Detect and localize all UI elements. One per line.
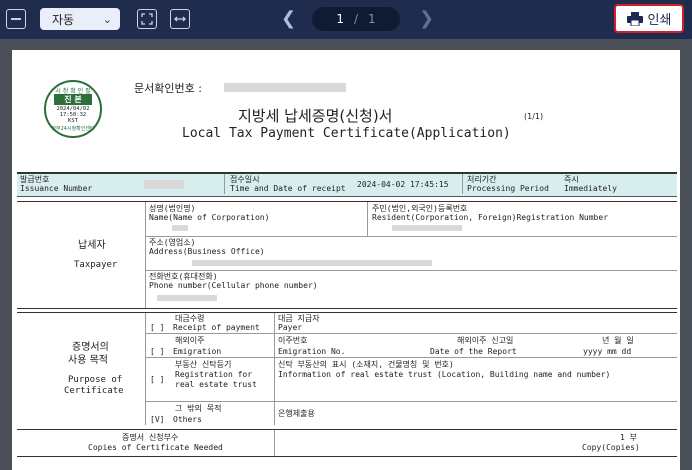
p3-r-ko: 신탁 부동산의 표시 (소재지, 건물명칭 및 번호) bbox=[278, 360, 454, 369]
fit-page-icon[interactable] bbox=[137, 9, 157, 29]
p2-ko: 해외이주 bbox=[175, 336, 205, 345]
page-mark: (1/1) bbox=[524, 112, 544, 121]
print-label: 인쇄 bbox=[647, 13, 672, 28]
zoom-select[interactable]: 자동 ⌄ bbox=[40, 8, 120, 30]
page-indicator[interactable]: 1 / 1 bbox=[312, 7, 400, 31]
p3-check[interactable]: [ ] bbox=[150, 375, 164, 384]
address-redacted bbox=[192, 260, 432, 266]
purpose-en2: Certificate bbox=[64, 386, 124, 396]
copies-val-en: Copy(Copies) bbox=[582, 443, 640, 452]
p3-en2: real estate trust bbox=[175, 380, 257, 389]
fit-width-icon[interactable] bbox=[170, 9, 190, 29]
p2-en: Emigration bbox=[173, 347, 222, 356]
print-button[interactable]: 인쇄 bbox=[614, 4, 684, 33]
copies-en: Copies of Certificate Needed bbox=[88, 443, 223, 452]
taxpayer-ko: 납세자 bbox=[78, 240, 106, 251]
receipt-en: Time and Date of receipt bbox=[230, 184, 346, 193]
purpose-ko2: 사용 목적 bbox=[68, 355, 108, 366]
p3-en1: Registration for bbox=[175, 370, 253, 379]
prev-page-icon[interactable]: ❮ bbox=[281, 8, 296, 29]
taxpayer-en: Taxpayer bbox=[74, 260, 118, 270]
p4-ko: 그 밖의 목적 bbox=[175, 404, 222, 413]
viewer-toolbar: 자동 ⌄ ❮ 1 / 1 ❯ 인쇄 bbox=[0, 0, 692, 39]
confirm-no-redacted bbox=[224, 83, 346, 92]
name-en: Name(Name of Corporation) bbox=[149, 213, 270, 222]
p2-r2-en: Date of the Report bbox=[430, 347, 517, 356]
receipt-value: 2024-04-02 17:45:15 bbox=[357, 180, 449, 189]
next-page-icon[interactable]: ❯ bbox=[419, 8, 434, 29]
document-page: 시 청 확 인 필 진 본 2024/04/02 17:50:32 KST 정부… bbox=[12, 50, 680, 470]
issue-no-redacted bbox=[144, 180, 184, 189]
stamp-code: KST bbox=[68, 118, 78, 124]
p2-r-ko: 이주번호 bbox=[278, 336, 308, 345]
purpose-en1: Purpose of bbox=[68, 375, 123, 385]
p2-r-en: Emigration No. bbox=[278, 347, 346, 356]
chevron-down-icon: ⌄ bbox=[102, 12, 112, 26]
title-en: Local Tax Payment Certificate(Applicatio… bbox=[182, 126, 511, 141]
p1-check[interactable]: [ ] bbox=[150, 323, 164, 332]
p2-r2-ko: 해외이주 신고일 bbox=[457, 336, 514, 345]
period-value-en: Immediately bbox=[564, 184, 617, 193]
confirm-no-label: 문서확인번호 : bbox=[134, 82, 202, 95]
period-en: Processing Period bbox=[467, 184, 549, 193]
stamp-bottom: 정부24시청확인센터 bbox=[51, 126, 95, 132]
verification-stamp: 시 청 확 인 필 진 본 2024/04/02 17:50:32 KST 정부… bbox=[44, 80, 102, 138]
p2-check[interactable]: [ ] bbox=[150, 347, 164, 356]
p4-r: 은행제출용 bbox=[278, 409, 315, 418]
title-ko: 지방세 납세증명(신청)서 bbox=[238, 107, 393, 125]
address-en: Address(Business Office) bbox=[149, 247, 265, 256]
p1-en: Receipt of payment bbox=[173, 323, 260, 332]
p2-date-en: yyyy mm dd bbox=[583, 347, 632, 356]
page-separator: / bbox=[353, 12, 359, 26]
p1-r-en: Payer bbox=[278, 323, 303, 332]
p3-r-en: Information of real estate trust (Locati… bbox=[278, 370, 611, 379]
resident-en: Resident(Corporation, Foreign)Registrati… bbox=[372, 213, 609, 222]
printer-icon bbox=[626, 11, 643, 26]
copies-val-ko: 1 부 bbox=[620, 433, 637, 442]
p4-check[interactable]: [V] bbox=[150, 415, 164, 424]
phone-redacted bbox=[157, 295, 217, 301]
phone-en: Phone number(Cellular phone number) bbox=[149, 281, 318, 290]
page-current: 1 bbox=[336, 12, 344, 26]
resident-redacted bbox=[392, 225, 462, 231]
issue-no-en: Issuance Number bbox=[20, 184, 93, 193]
name-redacted bbox=[172, 225, 188, 231]
stamp-line2: 진 본 bbox=[54, 94, 92, 105]
page-total: 1 bbox=[368, 12, 376, 26]
p2-date-ko: 년 월 일 bbox=[602, 336, 634, 345]
zoom-value: 자동 bbox=[52, 12, 75, 27]
p4-en: Others bbox=[173, 415, 202, 424]
copies-ko: 증명서 신청부수 bbox=[122, 433, 179, 442]
p3-ko: 부동산 신탁등기 bbox=[175, 360, 232, 369]
sidebar-toggle-icon[interactable] bbox=[6, 9, 26, 29]
